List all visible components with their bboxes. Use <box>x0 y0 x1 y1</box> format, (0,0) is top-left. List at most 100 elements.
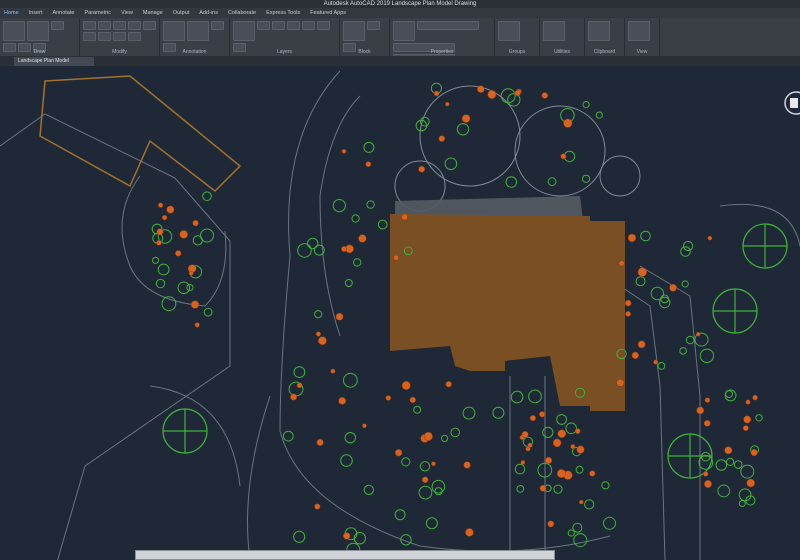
tab-manage[interactable]: Manage <box>143 8 163 18</box>
tab-output[interactable]: Output <box>173 8 190 18</box>
shrub-green <box>510 390 524 404</box>
shrub-orange <box>433 90 440 97</box>
shrub-green <box>725 390 733 398</box>
group-icon[interactable] <box>498 21 520 41</box>
shrub-green <box>492 406 505 419</box>
leader-icon[interactable] <box>211 21 224 30</box>
house-footprint <box>390 214 625 411</box>
shrub-orange <box>157 202 164 208</box>
paste-icon[interactable] <box>588 21 610 41</box>
match-properties-icon[interactable] <box>393 21 415 41</box>
mirror-icon[interactable] <box>143 21 156 30</box>
courtyard-circle-2 <box>514 105 606 197</box>
shrub-orange <box>743 415 752 424</box>
command-line[interactable] <box>135 550 555 560</box>
shrub-green <box>680 246 691 257</box>
file-tab-bar: Landscape Plan Model <box>0 56 800 66</box>
layer-current-icon[interactable] <box>302 21 315 30</box>
shrub-orange <box>520 460 526 465</box>
fillet-icon[interactable] <box>83 32 96 41</box>
shrub-orange <box>695 331 701 337</box>
array-icon[interactable] <box>128 32 141 41</box>
insert-block-icon[interactable] <box>343 21 365 41</box>
shrub-orange <box>576 445 585 454</box>
measure-icon[interactable] <box>543 21 565 41</box>
layer-icon[interactable] <box>233 21 255 41</box>
shrub-green <box>353 258 362 267</box>
shrub-orange <box>463 461 471 469</box>
shrub-green <box>582 101 590 109</box>
move-icon[interactable] <box>83 21 96 30</box>
shrub-green <box>401 457 411 467</box>
shrub-orange <box>631 351 639 360</box>
shrub-orange <box>574 428 581 434</box>
shrub-green <box>441 434 449 442</box>
tab-view[interactable]: View <box>121 8 133 18</box>
line-icon[interactable] <box>3 21 25 41</box>
shrub-green <box>505 176 518 188</box>
panel-label-modify: Modify <box>112 49 127 55</box>
drive-inner <box>619 285 666 560</box>
copy-icon[interactable] <box>128 21 141 30</box>
shrub-orange <box>445 381 452 388</box>
shrub-green <box>500 88 516 104</box>
shrub-orange <box>547 520 555 528</box>
stretch-icon[interactable] <box>98 32 111 41</box>
shrub-orange <box>438 135 446 142</box>
scale-icon[interactable] <box>113 32 126 41</box>
ribbon: Draw Modify Annotation Layers Block Prop… <box>0 18 800 63</box>
tab-collaborate[interactable]: Collaborate <box>228 8 256 18</box>
panel-label-clipboard: Clipboard <box>593 49 616 55</box>
rotate-icon[interactable] <box>98 21 111 30</box>
shrub-orange <box>541 92 549 99</box>
file-tab[interactable]: Landscape Plan Model <box>14 57 94 66</box>
shrub-orange <box>539 411 546 418</box>
dimension-icon[interactable] <box>187 21 209 41</box>
base-icon[interactable] <box>628 21 650 41</box>
shrub-green <box>177 281 191 295</box>
shrub-green <box>444 157 458 171</box>
polyline-icon[interactable] <box>27 21 49 41</box>
text-icon[interactable] <box>163 21 185 41</box>
tab-express-tools[interactable]: Express Tools <box>266 8 300 18</box>
tab-parametric[interactable]: Parametric <box>84 8 111 18</box>
layer-match-icon[interactable] <box>317 21 330 30</box>
shrub-orange <box>341 148 347 154</box>
panel-draw: Draw <box>0 18 80 56</box>
tab-annotate[interactable]: Annotate <box>52 8 74 18</box>
shrub-orange <box>192 219 199 227</box>
shrub-green <box>203 307 213 317</box>
window-title: Autodesk AutoCAD 2019 Landscape Plan Mod… <box>323 1 477 7</box>
layer-freeze-icon[interactable] <box>272 21 285 30</box>
shrub-green <box>192 235 203 246</box>
shrub-orange <box>175 250 182 257</box>
tab-insert[interactable]: Insert <box>29 8 43 18</box>
shrub-orange <box>707 235 713 241</box>
shrub-orange <box>401 213 408 221</box>
layer-on-icon[interactable] <box>257 21 270 30</box>
color-dropdown[interactable] <box>417 21 479 30</box>
trim-icon[interactable] <box>113 21 126 30</box>
panel-layers: Layers <box>230 18 340 56</box>
tab-home[interactable]: Home <box>4 8 19 18</box>
shrub-orange <box>570 444 576 450</box>
shrub-orange <box>704 480 712 488</box>
shrub-orange <box>752 394 758 401</box>
shrub-green <box>353 532 366 545</box>
shrub-orange <box>487 90 497 99</box>
tab-featured-apps[interactable]: Featured Apps <box>310 8 346 18</box>
viewcube-icon[interactable] <box>780 88 800 118</box>
shrub-green <box>157 263 170 276</box>
shrub-orange <box>316 438 324 446</box>
drawing-viewport[interactable] <box>0 66 800 560</box>
shrub-orange <box>745 399 751 405</box>
create-block-icon[interactable] <box>367 21 380 30</box>
shrub-green <box>740 464 755 479</box>
shrub-green <box>635 276 646 287</box>
shrub-orange <box>156 239 162 246</box>
circle-icon[interactable] <box>51 21 64 30</box>
shrub-orange <box>579 499 584 505</box>
layer-lock-icon[interactable] <box>287 21 300 30</box>
tab-add-ins[interactable]: Add-ins <box>199 8 218 18</box>
shrub-orange <box>563 118 573 128</box>
